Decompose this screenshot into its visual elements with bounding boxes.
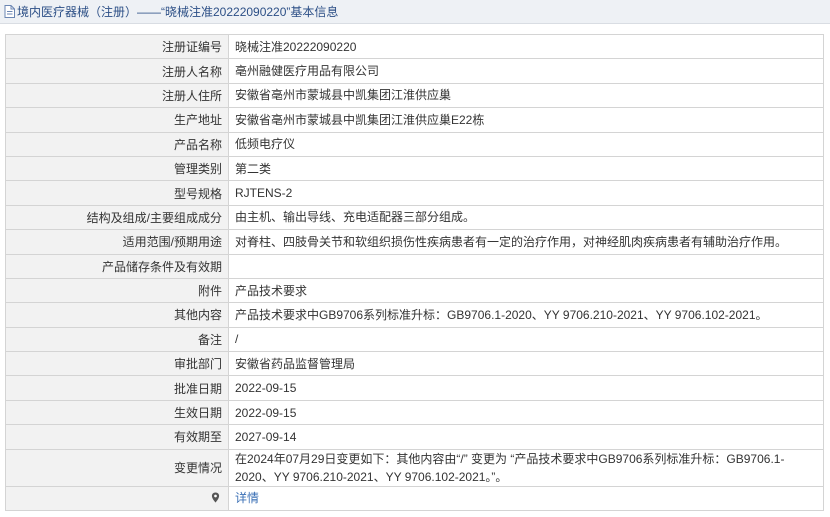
table-row: 适用范围/预期用途 对脊柱、四肢骨关节和软组织损伤性疾病患者有一定的治疗作用，对… (5, 229, 824, 255)
field-label: 产品储存条件及有效期 (5, 253, 229, 279)
info-table-container: 注册证编号 晓械注准20222090220 注册人名称 亳州融健医疗用品有限公司… (5, 33, 824, 512)
table-row: 变更情况 在2024年07月29日变更如下：其他内容由“/” 变更为 “产品技术… (5, 448, 824, 487)
field-label: 变更情况 (5, 448, 229, 487)
field-label: 注册人名称 (5, 58, 229, 84)
table-row: 注册人名称 亳州融健医疗用品有限公司 (5, 58, 824, 84)
field-label: 适用范围/预期用途 (5, 229, 229, 255)
details-value-cell: 详情 (228, 485, 824, 512)
table-row: 附件 产品技术要求 (5, 277, 824, 304)
details-link[interactable]: 详情 (235, 491, 259, 505)
field-label: 产品名称 (5, 131, 229, 157)
field-label: 有效期至 (5, 424, 229, 450)
table-row: 管理类别 第二类 (5, 155, 824, 182)
table-row: 生效日期 2022-09-15 (5, 399, 824, 426)
field-value: 安徽省药品监督管理局 (228, 351, 824, 377)
table-row: 审批部门 安徽省药品监督管理局 (5, 351, 824, 377)
field-label: 注册人住所 (5, 82, 229, 109)
table-row: 注册人住所 安徽省亳州市蒙城县中凯集团江淮供应巢 (5, 82, 824, 109)
field-value: 对脊柱、四肢骨关节和软组织损伤性疾病患者有一定的治疗作用，对神经肌肉疾病患者有辅… (228, 229, 824, 255)
field-value: 低频电疗仪 (228, 131, 824, 157)
page-header: 境内医疗器械（注册）——“晓械注准20222090220”基本信息 (0, 0, 830, 24)
field-value: 安徽省亳州市蒙城县中凯集团江淮供应巢 (228, 82, 824, 109)
field-value: 2027-09-14 (228, 424, 824, 450)
page-title: 境内医疗器械（注册）——“晓械注准20222090220”基本信息 (17, 5, 339, 19)
info-table-body: 注册证编号 晓械注准20222090220 注册人名称 亳州融健医疗用品有限公司… (5, 33, 824, 512)
document-icon (4, 5, 15, 18)
table-row: 备注 / (5, 326, 824, 353)
field-value: 第二类 (228, 155, 824, 182)
field-value: / (228, 326, 824, 353)
field-value: 安徽省亳州市蒙城县中凯集团江淮供应巢E22栋 (228, 107, 824, 133)
table-row: 批准日期 2022-09-15 (5, 375, 824, 401)
table-row: 其他内容 产品技术要求中GB9706系列标准升标：GB9706.1-2020、Y… (5, 302, 824, 328)
field-value: 2022-09-15 (228, 375, 824, 401)
table-row: 型号规格 RJTENS-2 (5, 180, 824, 206)
field-label: 生产地址 (5, 107, 229, 133)
details-label-cell (5, 485, 229, 512)
table-row: 生产地址 安徽省亳州市蒙城县中凯集团江淮供应巢E22栋 (5, 107, 824, 133)
field-value: 产品技术要求中GB9706系列标准升标：GB9706.1-2020、YY 970… (228, 302, 824, 328)
field-label: 备注 (5, 326, 229, 353)
field-value: 晓械注准20222090220 (228, 33, 824, 60)
table-row: 注册证编号 晓械注准20222090220 (5, 33, 824, 60)
field-value: 在2024年07月29日变更如下：其他内容由“/” 变更为 “产品技术要求中GB… (228, 448, 824, 487)
field-label: 结构及组成/主要组成成分 (5, 204, 229, 231)
table-row: 产品名称 低频电疗仪 (5, 131, 824, 157)
device-info-table: 注册证编号 晓械注准20222090220 注册人名称 亳州融健医疗用品有限公司… (5, 33, 824, 512)
field-label: 管理类别 (5, 155, 229, 182)
field-value: 产品技术要求 (228, 277, 824, 304)
location-pin-icon (211, 492, 220, 503)
field-label: 生效日期 (5, 399, 229, 426)
field-value: 亳州融健医疗用品有限公司 (228, 58, 824, 84)
table-row: 产品储存条件及有效期 (5, 253, 824, 279)
field-value: RJTENS-2 (228, 180, 824, 206)
details-row: 详情 (5, 485, 824, 512)
field-value: 2022-09-15 (228, 399, 824, 426)
field-label: 注册证编号 (5, 33, 229, 60)
field-value: 由主机、输出导线、充电适配器三部分组成。 (228, 204, 824, 231)
field-label: 型号规格 (5, 180, 229, 206)
field-label: 其他内容 (5, 302, 229, 328)
table-row: 有效期至 2027-09-14 (5, 424, 824, 450)
field-label: 审批部门 (5, 351, 229, 377)
field-label: 附件 (5, 277, 229, 304)
field-label: 批准日期 (5, 375, 229, 401)
table-row: 结构及组成/主要组成成分 由主机、输出导线、充电适配器三部分组成。 (5, 204, 824, 231)
field-value (228, 253, 824, 279)
